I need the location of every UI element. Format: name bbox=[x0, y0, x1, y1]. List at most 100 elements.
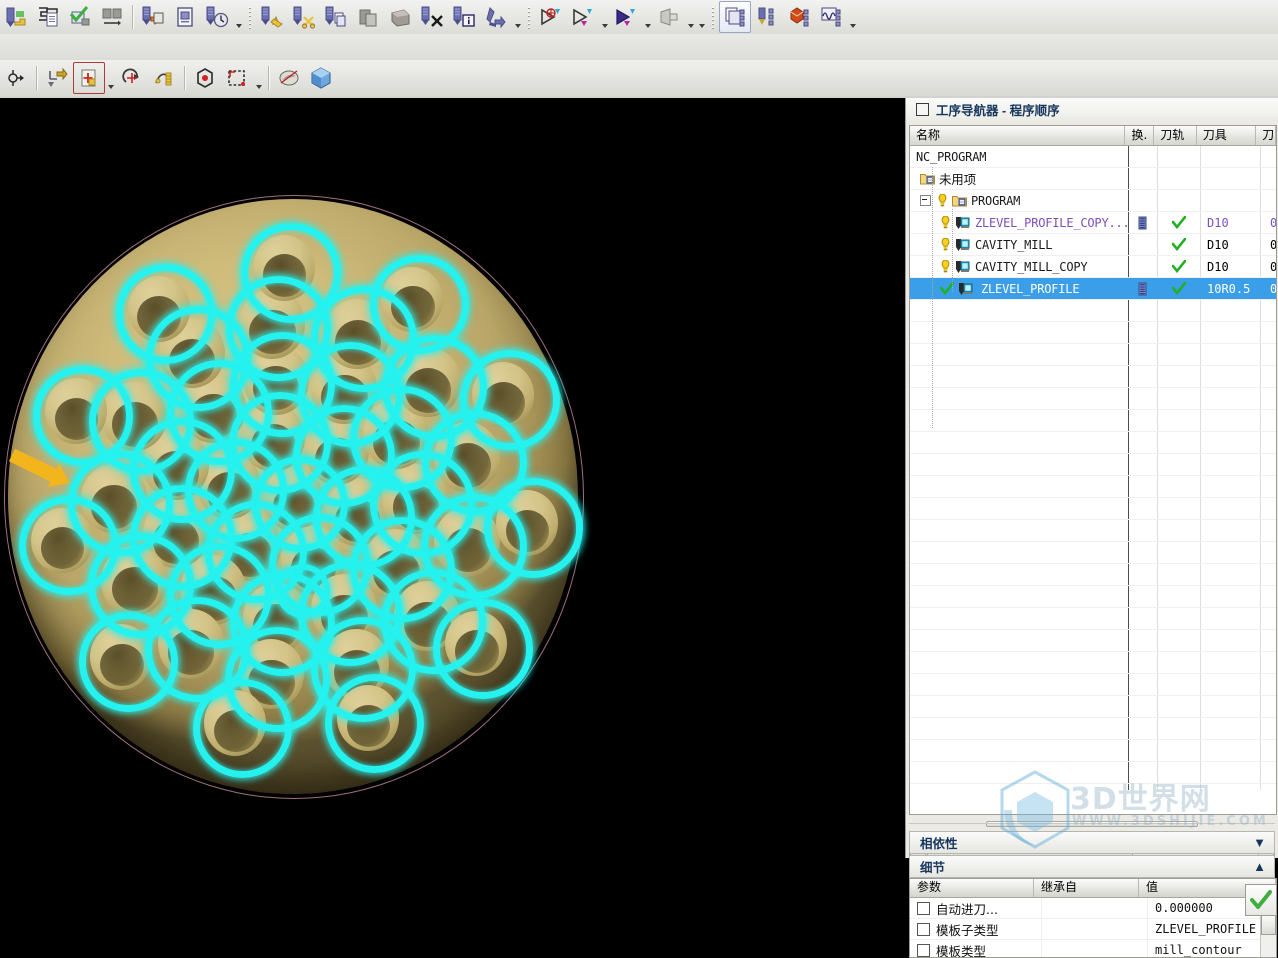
tree-empty-row[interactable] bbox=[910, 322, 1276, 344]
region-select-icon[interactable] bbox=[221, 62, 253, 94]
details-body[interactable]: 自动进刀...0.000000模板子类型ZLEVEL_PROFILE模板类型mi… bbox=[910, 898, 1276, 958]
chevron-down-icon[interactable]: ▼ bbox=[1253, 835, 1266, 850]
dropdown-caret-icon[interactable] bbox=[253, 61, 264, 95]
tree-column-header-path[interactable]: 刀轨 bbox=[1154, 126, 1197, 145]
geometry-view-icon[interactable] bbox=[783, 1, 815, 33]
toolbar-grip[interactable] bbox=[247, 5, 254, 29]
copy-operation-icon[interactable] bbox=[320, 1, 352, 33]
tree-row-switch[interactable] bbox=[1128, 234, 1157, 255]
paste-operation-icon[interactable] bbox=[352, 1, 384, 33]
tree-header-row[interactable]: 名称换.刀轨刀具刀 bbox=[910, 126, 1276, 146]
tree-row-name-cell[interactable]: ZLEVEL_PROFILE bbox=[910, 278, 1128, 299]
dropdown-caret-icon[interactable] bbox=[512, 0, 523, 34]
tree-row[interactable]: NC_PROGRAM bbox=[910, 146, 1276, 168]
dropdown-caret-icon[interactable] bbox=[599, 0, 610, 34]
transfer-icon[interactable] bbox=[96, 1, 128, 33]
panel-splitter[interactable] bbox=[909, 820, 1275, 828]
details-row[interactable]: 自动进刀...0.000000 bbox=[910, 898, 1276, 919]
toolbar-grip[interactable] bbox=[710, 5, 717, 29]
tree-empty-row[interactable] bbox=[910, 454, 1276, 476]
pin-icon[interactable] bbox=[916, 103, 929, 116]
tree-column-header-more[interactable]: 刀 bbox=[1256, 126, 1276, 145]
tree-column-header-switch[interactable]: 换. bbox=[1125, 126, 1154, 145]
details-header-row[interactable]: 参数继承自值 bbox=[910, 879, 1276, 898]
machining-method-view-icon[interactable] bbox=[815, 1, 847, 33]
step-forward-icon[interactable] bbox=[610, 1, 642, 33]
tree-row[interactable]: ZLEVEL_PROFILE_COPY...D100 bbox=[910, 212, 1276, 234]
create-operation-icon[interactable] bbox=[256, 1, 288, 33]
tree-empty-row[interactable] bbox=[910, 300, 1276, 322]
section-details[interactable]: 细节 ▲ bbox=[909, 855, 1275, 878]
tree-empty-row[interactable] bbox=[910, 388, 1276, 410]
move-object-icon[interactable] bbox=[41, 62, 73, 94]
dropdown-caret-icon[interactable] bbox=[685, 0, 696, 34]
tree-row[interactable]: CAVITY_MILL_COPYD100 bbox=[910, 256, 1276, 278]
details-scroll-thumb[interactable] bbox=[1261, 913, 1276, 935]
tree-expander-icon[interactable] bbox=[920, 195, 931, 206]
tree-row-name-cell[interactable]: CAVITY_MILL_COPY bbox=[910, 256, 1128, 277]
tree-row[interactable]: PROGRAM bbox=[910, 190, 1276, 212]
splitter-grip[interactable] bbox=[986, 821, 1198, 827]
transform-toolbar[interactable] bbox=[0, 60, 1278, 96]
information-icon[interactable] bbox=[448, 1, 480, 33]
program-order-view-icon[interactable] bbox=[719, 1, 751, 33]
list-toolpath-icon[interactable] bbox=[32, 1, 64, 33]
dropdown-caret-icon[interactable] bbox=[642, 0, 653, 34]
wcs-dynamic-icon[interactable] bbox=[0, 62, 32, 94]
tree-row-name-cell[interactable]: NC_PROGRAM bbox=[910, 146, 1128, 167]
operation-toolbar[interactable] bbox=[0, 0, 1278, 34]
cut-operation-icon[interactable] bbox=[288, 1, 320, 33]
tree-empty-row[interactable] bbox=[910, 586, 1276, 608]
tree-empty-row[interactable] bbox=[910, 410, 1276, 432]
generate-toolpath-icon[interactable] bbox=[0, 1, 32, 33]
tree-row-switch[interactable] bbox=[1128, 278, 1157, 299]
tree-empty-row[interactable] bbox=[910, 608, 1276, 630]
translate-icon[interactable] bbox=[73, 62, 105, 94]
details-row-checkbox[interactable] bbox=[917, 923, 930, 936]
output-cls-icon[interactable] bbox=[201, 1, 233, 33]
operation-navigator-tree[interactable]: 名称换.刀轨刀具刀 NC_PROGRAM未用项PROGRAMZLEVEL_PRO… bbox=[909, 125, 1277, 815]
verify-toolpath-icon[interactable] bbox=[64, 1, 96, 33]
tree-row-switch[interactable] bbox=[1128, 168, 1157, 189]
render-box-icon[interactable] bbox=[305, 62, 337, 94]
tree-empty-row[interactable] bbox=[910, 432, 1276, 454]
dropdown-caret-icon[interactable] bbox=[105, 61, 116, 95]
tree-row[interactable]: CAVITY_MILLD100 bbox=[910, 234, 1276, 256]
graphics-viewport[interactable] bbox=[0, 98, 905, 858]
point-select-icon[interactable] bbox=[189, 62, 221, 94]
dropdown-caret-icon[interactable] bbox=[847, 0, 858, 34]
shop-documentation-icon[interactable] bbox=[169, 1, 201, 33]
ok-check-icon[interactable] bbox=[1245, 884, 1277, 916]
tree-empty-row[interactable] bbox=[910, 630, 1276, 652]
tree-empty-row[interactable] bbox=[910, 366, 1276, 388]
tree-empty-row[interactable] bbox=[910, 740, 1276, 762]
section-dependencies[interactable]: 相依性 ▼ bbox=[909, 831, 1275, 854]
chevron-up-icon[interactable]: ▲ bbox=[1253, 859, 1266, 874]
scale-icon[interactable] bbox=[148, 62, 180, 94]
details-column-header-inherit[interactable]: 继承自 bbox=[1034, 879, 1139, 897]
tree-empty-row[interactable] bbox=[910, 542, 1276, 564]
dropdown-caret-icon[interactable] bbox=[696, 0, 707, 34]
tree-empty-row[interactable] bbox=[910, 520, 1276, 542]
tree-empty-row[interactable] bbox=[910, 652, 1276, 674]
details-column-header-param[interactable]: 参数 bbox=[910, 879, 1034, 897]
post-process-icon[interactable] bbox=[137, 1, 169, 33]
tree-row-name-cell[interactable]: 未用项 bbox=[910, 168, 1128, 189]
remove-toolpath-icon[interactable] bbox=[416, 1, 448, 33]
dock-titlebar[interactable]: 工序导航器 - 程序顺序 bbox=[906, 98, 1278, 121]
tree-empty-row[interactable] bbox=[910, 344, 1276, 366]
tree-empty-row[interactable] bbox=[910, 498, 1276, 520]
object-transform-icon[interactable] bbox=[480, 1, 512, 33]
tree-row-switch[interactable] bbox=[1128, 146, 1157, 167]
tree-row-switch[interactable] bbox=[1128, 212, 1157, 233]
details-row[interactable]: 模板类型mill_contour bbox=[910, 940, 1276, 958]
details-row-checkbox[interactable] bbox=[917, 944, 930, 957]
tree-body[interactable]: NC_PROGRAM未用项PROGRAMZLEVEL_PROFILE_COPY.… bbox=[910, 146, 1276, 790]
dropdown-caret-icon[interactable] bbox=[233, 0, 244, 34]
simulate-icon[interactable] bbox=[653, 1, 685, 33]
tree-row-name-cell[interactable]: PROGRAM bbox=[910, 190, 1128, 211]
tree-row-switch[interactable] bbox=[1128, 190, 1157, 211]
tree-row[interactable]: 未用项 bbox=[910, 168, 1276, 190]
details-table[interactable]: 参数继承自值 自动进刀...0.000000模板子类型ZLEVEL_PROFIL… bbox=[909, 878, 1277, 958]
tree-empty-row[interactable] bbox=[910, 718, 1276, 740]
